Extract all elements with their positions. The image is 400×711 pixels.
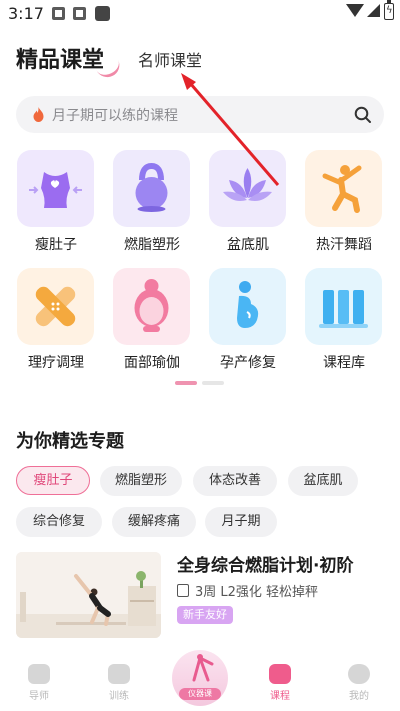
chip-postpartum-month[interactable]: 月子期 xyxy=(205,507,277,537)
category-label: 盆底肌 xyxy=(227,237,269,253)
pregnant-icon xyxy=(209,268,286,345)
course-meta-text: 3周 L2强化 轻松掉秤 xyxy=(195,585,319,600)
course-thumbnail[interactable] xyxy=(16,552,161,638)
nav-label: 课程 xyxy=(270,691,290,702)
profile-icon xyxy=(348,664,370,684)
face-icon xyxy=(113,268,190,345)
category-label: 热汗舞蹈 xyxy=(316,237,372,253)
chip-fat-burn[interactable]: 燃脂塑形 xyxy=(100,466,182,496)
page-indicator xyxy=(175,381,227,387)
app-notification-icon xyxy=(95,6,110,21)
chip-pain-relief[interactable]: 缓解疼痛 xyxy=(112,507,196,537)
dumbbell-icon xyxy=(108,664,130,684)
category-label: 理疗调理 xyxy=(28,355,84,371)
course-badge: 新手友好 xyxy=(177,606,233,624)
nav-item-training[interactable]: 训练 xyxy=(94,664,144,702)
lotus-icon xyxy=(209,150,286,227)
category-dance[interactable]: 热汗舞蹈 xyxy=(304,150,384,268)
category-pelvic-floor[interactable]: 盆底肌 xyxy=(208,150,288,268)
status-time: 3:17 xyxy=(8,4,44,23)
category-label: 孕产修复 xyxy=(220,355,276,371)
kettlebell-icon xyxy=(113,150,190,227)
nav-label: 仪器课 xyxy=(179,688,221,700)
nav-label: 我的 xyxy=(349,691,369,702)
category-course-library[interactable]: 课程库 xyxy=(304,268,384,386)
a-notification-icon xyxy=(73,7,86,20)
nav-label: 导师 xyxy=(29,691,49,702)
category-label: 课程库 xyxy=(323,355,365,371)
tab-famous-teachers[interactable]: 名师课堂 xyxy=(138,47,202,71)
category-therapy[interactable]: 理疗调理 xyxy=(16,268,96,386)
battery-icon: ϟ xyxy=(384,0,394,20)
nav-item-device-class[interactable]: 仪器课 xyxy=(172,650,228,706)
bottom-nav: 导师 训练 仪器课 课程 我的 xyxy=(0,650,400,711)
library-icon xyxy=(305,268,382,345)
waist-icon xyxy=(17,150,94,227)
nav-item-me[interactable]: 我的 xyxy=(334,664,384,702)
nav-item-mentor[interactable]: 导师 xyxy=(14,664,64,702)
device-icon xyxy=(192,654,214,682)
chip-recovery[interactable]: 综合修复 xyxy=(16,507,102,537)
search-icon[interactable] xyxy=(354,106,372,124)
nav-label: 训练 xyxy=(109,691,129,702)
video-icon xyxy=(269,664,291,684)
nav-item-courses[interactable]: 课程 xyxy=(255,664,305,702)
chip-pelvic-floor[interactable]: 盆底肌 xyxy=(288,466,358,496)
category-label: 瘦肚子 xyxy=(35,237,77,253)
category-label: 燃脂塑形 xyxy=(124,237,180,253)
wifi-icon xyxy=(346,4,364,17)
category-postpartum[interactable]: 孕产修复 xyxy=(208,268,288,386)
category-fat-burn[interactable]: 燃脂塑形 xyxy=(112,150,192,268)
signal-icon xyxy=(367,4,380,17)
category-lose-belly[interactable]: 瘦肚子 xyxy=(16,150,96,268)
category-label: 面部瑜伽 xyxy=(124,355,180,371)
page-dot-active xyxy=(175,381,197,385)
course-title[interactable]: 全身综合燃脂计划·初阶 xyxy=(177,551,353,576)
calendar-icon xyxy=(177,584,189,597)
tab-premium-classes[interactable]: 精品课堂 xyxy=(16,42,104,74)
status-bar: 3:17 ϟ xyxy=(0,0,400,28)
course-meta: 3周 L2强化 轻松掉秤 xyxy=(177,581,318,600)
page-dot xyxy=(202,381,224,385)
dancer-icon xyxy=(305,150,382,227)
flame-icon xyxy=(33,107,44,122)
section-title: 为你精选专题 xyxy=(16,431,124,452)
category-face-yoga[interactable]: 面部瑜伽 xyxy=(112,268,192,386)
bandage-icon xyxy=(17,268,94,345)
search-bar[interactable]: 月子期可以练的课程 xyxy=(16,96,384,133)
search-placeholder: 月子期可以练的课程 xyxy=(52,108,178,124)
image-notification-icon xyxy=(52,7,65,20)
chip-posture[interactable]: 体态改善 xyxy=(193,466,277,496)
chat-icon xyxy=(28,664,50,684)
chip-lose-belly[interactable]: 瘦肚子 xyxy=(16,466,90,495)
